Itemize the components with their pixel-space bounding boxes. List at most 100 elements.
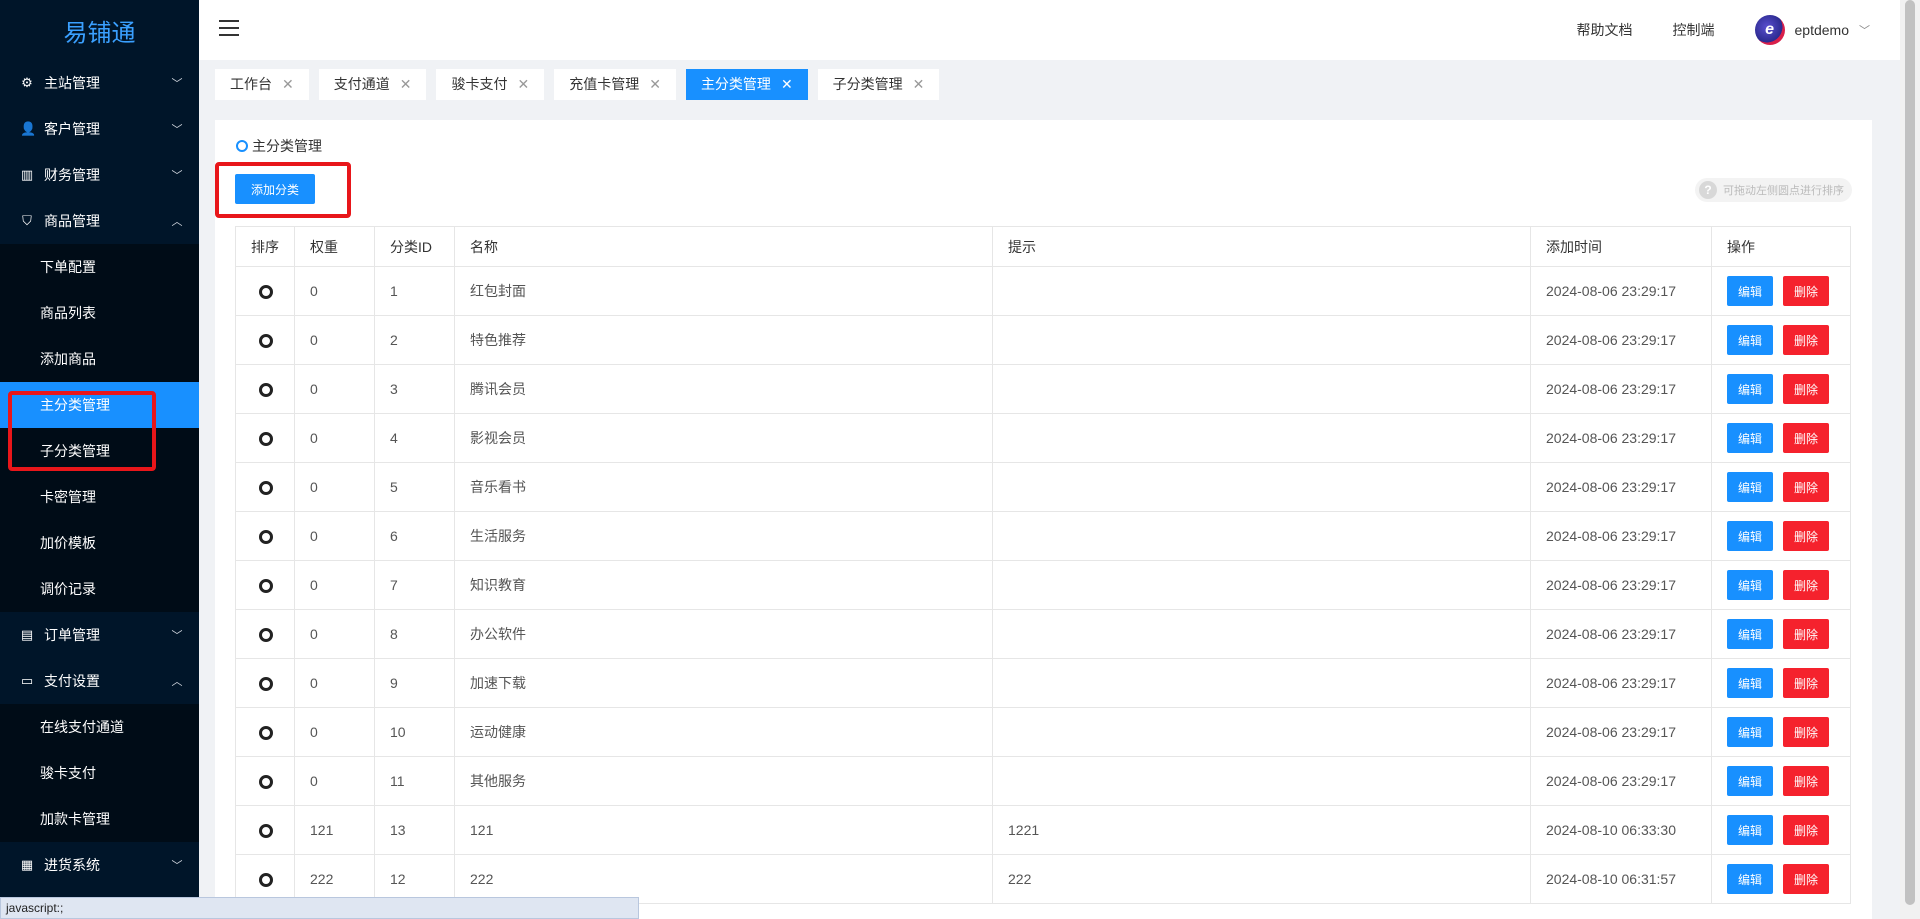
tab-payment-channel[interactable]: 支付通道 ✕ <box>318 68 427 100</box>
hint-cell <box>992 707 1531 757</box>
delete-button[interactable]: 删除 <box>1783 521 1829 551</box>
actions-cell: 编辑 删除 <box>1711 315 1851 365</box>
tab-bar: 工作台 ✕ 支付通道 ✕ 骏卡支付 ✕ 充值卡管理 ✕ 主分类管理 ✕ 子分类管… <box>199 60 1900 108</box>
edit-button[interactable]: 编辑 <box>1727 717 1773 747</box>
id-cell: 9 <box>374 658 455 708</box>
close-icon[interactable]: ✕ <box>913 76 925 93</box>
delete-button[interactable]: 删除 <box>1783 815 1829 845</box>
help-docs-link[interactable]: 帮助文档 <box>1577 20 1633 40</box>
delete-button[interactable]: 删除 <box>1783 325 1829 355</box>
drag-handle-icon[interactable] <box>259 628 273 643</box>
close-icon[interactable]: ✕ <box>400 76 412 93</box>
name-cell: 腾讯会员 <box>454 364 993 414</box>
drag-handle-icon[interactable] <box>259 481 273 496</box>
delete-button[interactable]: 删除 <box>1783 717 1829 747</box>
tab-topup-card[interactable]: 充值卡管理 ✕ <box>554 68 676 100</box>
drag-handle-icon[interactable] <box>259 824 273 839</box>
drag-handle-icon[interactable] <box>259 334 273 349</box>
sidebar-item-price-log[interactable]: 调价记录 <box>0 566 199 612</box>
logo[interactable]: 易铺通 <box>0 0 199 60</box>
tab-junka-pay[interactable]: 骏卡支付 ✕ <box>436 68 545 100</box>
drag-handle-icon[interactable] <box>259 383 273 398</box>
drag-handle-icon[interactable] <box>259 285 273 300</box>
sidebar-item-goods-list[interactable]: 商品列表 <box>0 290 199 336</box>
id-cell: 2 <box>374 315 455 365</box>
sort-cell <box>235 609 295 659</box>
delete-button[interactable]: 删除 <box>1783 668 1829 698</box>
close-icon[interactable]: ✕ <box>517 76 529 93</box>
close-icon[interactable]: ✕ <box>282 76 294 93</box>
delete-button[interactable]: 删除 <box>1783 276 1829 306</box>
close-icon[interactable]: ✕ <box>781 76 793 93</box>
col-time: 添加时间 <box>1530 226 1712 267</box>
col-id: 分类ID <box>374 226 455 267</box>
sidebar-item-order-config[interactable]: 下单配置 <box>0 244 199 290</box>
tab-main-category[interactable]: 主分类管理 ✕ <box>685 68 808 100</box>
tab-label: 主分类管理 <box>700 76 771 92</box>
avatar: e <box>1754 15 1785 45</box>
drag-handle-icon[interactable] <box>259 579 273 594</box>
sidebar-group-orders[interactable]: ▤ 订单管理 ﹀ <box>0 612 199 658</box>
drag-handle-icon[interactable] <box>259 873 273 888</box>
sidebar-item-card-keys[interactable]: 卡密管理 <box>0 474 199 520</box>
drag-handle-icon[interactable] <box>259 775 273 790</box>
sidebar-item-junka-pay[interactable]: 骏卡支付 <box>0 750 199 796</box>
edit-button[interactable]: 编辑 <box>1727 864 1773 894</box>
sidebar-group-goods[interactable]: ⛉ 商品管理 ︿ <box>0 198 199 244</box>
edit-button[interactable]: 编辑 <box>1727 423 1773 453</box>
edit-button[interactable]: 编辑 <box>1727 276 1773 306</box>
name-cell: 办公软件 <box>454 609 993 659</box>
scrollbar-thumb[interactable] <box>1905 0 1915 905</box>
tab-sub-category[interactable]: 子分类管理 ✕ <box>817 68 940 100</box>
delete-button[interactable]: 删除 <box>1783 374 1829 404</box>
edit-button[interactable]: 编辑 <box>1727 619 1773 649</box>
delete-button[interactable]: 删除 <box>1783 864 1829 894</box>
edit-button[interactable]: 编辑 <box>1727 521 1773 551</box>
drag-handle-icon[interactable] <box>259 432 273 447</box>
drag-handle-icon[interactable] <box>259 677 273 692</box>
edit-button[interactable]: 编辑 <box>1727 668 1773 698</box>
delete-button[interactable]: 删除 <box>1783 423 1829 453</box>
drag-handle-icon[interactable] <box>259 726 273 741</box>
hint-cell: 1221 <box>992 805 1531 855</box>
sort-cell <box>235 315 295 365</box>
edit-button[interactable]: 编辑 <box>1727 766 1773 796</box>
sidebar-item-sub-category[interactable]: 子分类管理 <box>0 428 199 474</box>
sidebar-group-customers[interactable]: 👤 客户管理 ﹀ <box>0 106 199 152</box>
tab-workbench[interactable]: 工作台 ✕ <box>215 68 309 100</box>
hamburger-menu-icon[interactable] <box>219 20 239 38</box>
sidebar-item-main-category[interactable]: 主分类管理 <box>0 382 199 428</box>
sidebar-group-purchase[interactable]: ▦ 进货系统 ﹀ <box>0 842 199 888</box>
sidebar-group-finance[interactable]: ▥ 财务管理 ﹀ <box>0 152 199 198</box>
time-cell: 2024-08-06 23:29:17 <box>1530 609 1712 659</box>
edit-button[interactable]: 编辑 <box>1727 374 1773 404</box>
sidebar-group-payment[interactable]: ▭ 支付设置 ︿ <box>0 658 199 704</box>
hint-cell <box>992 364 1531 414</box>
add-category-button[interactable]: 添加分类 <box>235 174 315 204</box>
sidebar-item-online-pay[interactable]: 在线支付通道 <box>0 704 199 750</box>
edit-button[interactable]: 编辑 <box>1727 570 1773 600</box>
sidebar-item-markup-template[interactable]: 加价模板 <box>0 520 199 566</box>
edit-button[interactable]: 编辑 <box>1727 815 1773 845</box>
drag-handle-icon[interactable] <box>259 530 273 545</box>
page-scrollbar[interactable] <box>1900 0 1920 919</box>
delete-button[interactable]: 删除 <box>1783 766 1829 796</box>
actions-cell: 编辑 删除 <box>1711 707 1851 757</box>
bar-chart-icon: ▥ <box>20 167 34 182</box>
delete-button[interactable]: 删除 <box>1783 472 1829 502</box>
close-icon[interactable]: ✕ <box>649 76 661 93</box>
edit-button[interactable]: 编辑 <box>1727 325 1773 355</box>
delete-button[interactable]: 删除 <box>1783 570 1829 600</box>
header-right: 帮助文档 控制端 e eptdemo ﹀ <box>1577 0 1870 60</box>
edit-button[interactable]: 编辑 <box>1727 472 1773 502</box>
console-link[interactable]: 控制端 <box>1673 20 1715 40</box>
name-cell: 加速下载 <box>454 658 993 708</box>
sidebar-group-main-site[interactable]: ⚙ 主站管理 ﹀ <box>0 60 199 106</box>
actions-cell: 编辑 删除 <box>1711 756 1851 806</box>
delete-button[interactable]: 删除 <box>1783 619 1829 649</box>
circle-icon <box>236 140 248 152</box>
sidebar-item-topup-card[interactable]: 加款卡管理 <box>0 796 199 842</box>
user-menu[interactable]: e eptdemo ﹀ <box>1754 15 1870 45</box>
sidebar-group-label: 主站管理 <box>44 75 100 91</box>
sidebar-item-add-goods[interactable]: 添加商品 <box>0 336 199 382</box>
